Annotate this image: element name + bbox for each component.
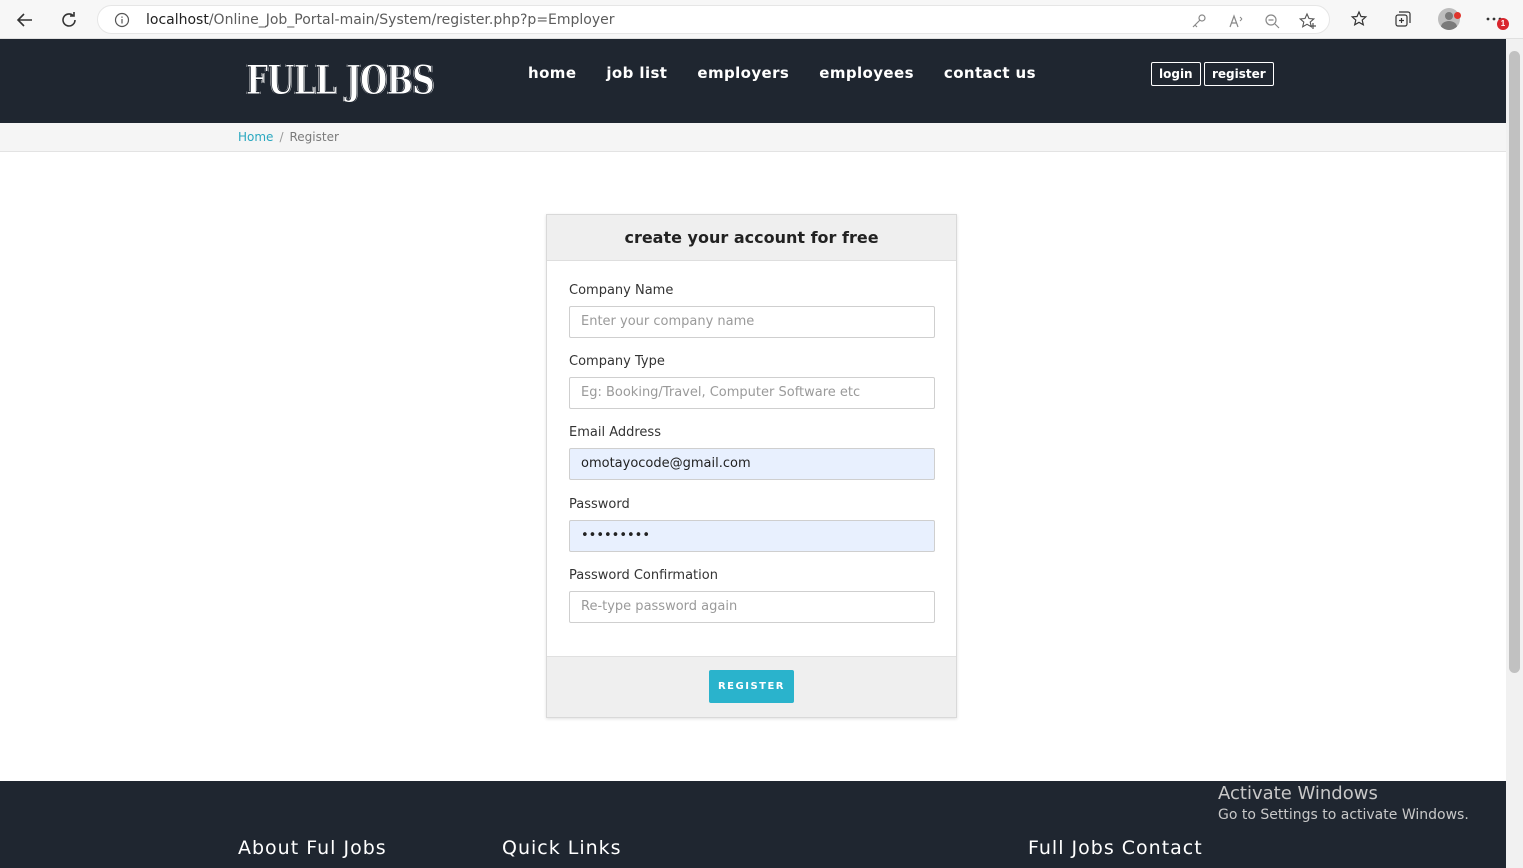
register-button[interactable]: register (1204, 62, 1274, 86)
password-label: Password (569, 497, 630, 512)
notification-badge: 1 (1497, 18, 1509, 30)
company-type-label: Company Type (569, 354, 665, 369)
menu-item-employers[interactable]: employers (697, 64, 789, 82)
company-type-input[interactable]: Eg: Booking/Travel, Computer Software et… (569, 377, 935, 409)
breadcrumb-home-link[interactable]: Home (238, 130, 273, 144)
company-name-group: Company Name Enter your company name (569, 283, 935, 338)
refresh-icon[interactable] (55, 6, 83, 34)
key-icon[interactable] (1190, 12, 1208, 30)
scrollbar-thumb[interactable] (1509, 51, 1520, 673)
menu-item-home[interactable]: home (528, 64, 576, 82)
page-scrollbar[interactable] (1506, 39, 1523, 868)
footer-links-heading: Quick Links (502, 837, 622, 859)
profile-status-dot (1454, 12, 1461, 19)
password-field[interactable]: ••••••••• (569, 520, 935, 552)
watermark-subtitle: Go to Settings to activate Windows. (1218, 807, 1469, 823)
password-group: Password ••••••••• (569, 497, 935, 552)
register-card-footer: REGISTER (547, 656, 956, 717)
site-header: FULL JOBS home job list employers employ… (0, 39, 1506, 123)
menu-item-employees[interactable]: employees (819, 64, 914, 82)
menu-item-job-list[interactable]: job list (606, 64, 667, 82)
url-text: localhost/Online_Job_Portal-main/System/… (146, 12, 615, 28)
footer-about-heading: About Ful Jobs (238, 837, 387, 859)
submit-register-button[interactable]: REGISTER (709, 670, 794, 703)
browser-toolbar: localhost/Online_Job_Portal-main/System/… (0, 0, 1523, 39)
site-logo[interactable]: FULL JOBS (246, 57, 435, 105)
address-bar[interactable]: localhost/Online_Job_Portal-main/System/… (97, 5, 1330, 34)
zoom-out-icon[interactable] (1263, 12, 1281, 30)
email-label: Email Address (569, 425, 661, 440)
company-name-label: Company Name (569, 283, 674, 298)
breadcrumb-current: Register (289, 130, 339, 144)
add-favorite-icon[interactable] (1299, 12, 1317, 30)
breadcrumb-separator: / (279, 130, 284, 144)
register-card-title: create your account for free (547, 215, 956, 261)
email-group: Email Address omotayocode@gmail.com (569, 425, 935, 480)
url-path: /Online_Job_Portal-main/System/register.… (208, 12, 615, 28)
back-arrow-icon[interactable] (11, 6, 39, 34)
windows-activation-watermark: Activate Windows Go to Settings to activ… (1218, 783, 1469, 823)
collections-icon[interactable] (1392, 8, 1414, 30)
breadcrumb: Home / Register (238, 130, 339, 144)
menu-item-contact-us[interactable]: contact us (944, 64, 1036, 82)
watermark-title: Activate Windows (1218, 783, 1378, 804)
password-confirm-group: Password Confirmation Re-type password a… (569, 568, 935, 623)
url-host: localhost (146, 12, 209, 28)
read-aloud-icon[interactable] (1227, 12, 1245, 30)
footer-contact-heading: Full Jobs Contact (1028, 837, 1203, 859)
password-confirm-label: Password Confirmation (569, 568, 718, 583)
register-card: create your account for free Company Nam… (546, 214, 957, 718)
login-button[interactable]: login (1151, 62, 1201, 86)
site-info-icon[interactable] (114, 12, 130, 33)
email-field[interactable]: omotayocode@gmail.com (569, 448, 935, 480)
breadcrumb-bar: Home / Register (0, 123, 1506, 152)
favorites-icon[interactable] (1348, 8, 1370, 30)
company-name-input[interactable]: Enter your company name (569, 306, 935, 338)
main-menu: home job list employers employees contac… (528, 64, 1066, 82)
password-confirm-input[interactable]: Re-type password again (569, 591, 935, 623)
company-type-group: Company Type Eg: Booking/Travel, Compute… (569, 354, 935, 409)
